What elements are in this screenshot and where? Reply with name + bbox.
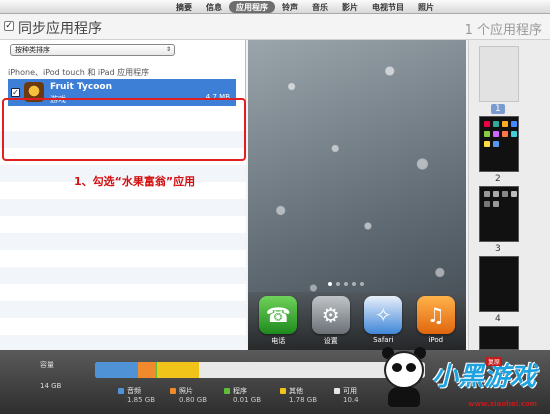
legend-audio: 音频 1.85 GB: [118, 386, 155, 404]
page-strip: 1 2 3 4: [468, 40, 550, 350]
free-swatch: [334, 388, 340, 394]
page-number-2: 2: [495, 174, 501, 184]
panda-mascot-icon: [380, 345, 430, 407]
legend-free: 可用 10.4: [334, 386, 359, 404]
page-number-1: 1: [491, 104, 505, 114]
capacity-total: 14 GB: [40, 382, 62, 390]
dock-label: iPod: [428, 336, 444, 344]
tab-photos[interactable]: 照片: [411, 1, 441, 13]
annotation-text: 1、勾选“水果富翁”应用: [74, 175, 196, 188]
app-list-panel: 按种类排序 ⇕ iPhone、iPod touch 和 iPad 应用程序 ✓ …: [0, 40, 246, 350]
capacity-segment-0: [95, 362, 138, 378]
tab-info[interactable]: 信息: [199, 1, 229, 13]
page-thumb-5[interactable]: [479, 326, 519, 350]
tab-summary[interactable]: 摘要: [169, 1, 199, 13]
tab-apps[interactable]: 应用程序: [229, 1, 275, 13]
app-checkbox[interactable]: ✓: [11, 88, 20, 97]
watermark-logo: 小黑游戏 复原 www.xiaohei.com: [428, 354, 550, 414]
safari-icon: ✧: [364, 296, 403, 334]
select-arrows-icon: ⇕: [165, 46, 171, 53]
legend-other: 其他 1.78 GB: [280, 386, 317, 404]
page-thumb-4[interactable]: [479, 256, 519, 312]
sort-select-value: 按种类排序: [15, 46, 50, 54]
legend-apps: 程序 0.01 GB: [224, 386, 261, 404]
legend-photos: 照片 0.80 GB: [170, 386, 207, 404]
app-name: Fruit Tycoon: [50, 82, 112, 92]
dock-label: Safari: [373, 336, 394, 344]
page-thumb-3[interactable]: [479, 186, 519, 242]
watermark-brand: 小黑游戏: [432, 362, 537, 392]
dock-item-settings[interactable]: ⚙ 设置: [309, 296, 353, 350]
tab-tv-shows[interactable]: 电视节目: [365, 1, 411, 13]
other-swatch: [280, 388, 286, 394]
dock-label: 电话: [271, 337, 286, 345]
photos-swatch: [170, 388, 176, 394]
capacity-segment-1: [137, 362, 157, 378]
page-thumb-2[interactable]: [479, 116, 519, 172]
sync-apps-title: 同步应用程序: [18, 21, 102, 37]
dock-item-ipod[interactable]: ♫ iPod: [414, 296, 458, 350]
dock-item-phone[interactable]: ☎ 电话: [256, 296, 300, 350]
apps-swatch: [224, 388, 230, 394]
dock: ☎ 电话 ⚙ 设置 ✧ Safari ♫ iPod: [248, 292, 466, 350]
page-number-3: 3: [495, 244, 501, 254]
sync-header: ✓ 同步应用程序 1 个应用程序: [0, 14, 550, 40]
page-number-4: 4: [495, 314, 501, 324]
app-count: 1 个应用程序: [464, 23, 542, 38]
dock-label: 设置: [323, 337, 338, 345]
capacity-segment-3: [157, 362, 199, 378]
tab-bar: 摘要 信息 应用程序 铃声 音乐 影片 电视节目 照片: [0, 0, 550, 14]
sort-select[interactable]: 按种类排序 ⇕: [10, 44, 175, 56]
list-header: iPhone、iPod touch 和 iPad 应用程序: [8, 68, 150, 77]
audio-swatch: [118, 388, 124, 394]
ipod-icon: ♫: [416, 296, 455, 334]
page-indicator: [328, 282, 364, 286]
sync-apps-checkbox[interactable]: ✓: [4, 21, 14, 31]
capacity-label: 容量: [40, 361, 54, 369]
tab-movies[interactable]: 影片: [335, 1, 365, 13]
tab-ringtones[interactable]: 铃声: [275, 1, 305, 13]
page-thumb-1[interactable]: [479, 46, 519, 102]
tab-music[interactable]: 音乐: [305, 1, 335, 13]
dock-item-safari[interactable]: ✧ Safari: [361, 296, 405, 350]
annotation-highlight-box: [2, 98, 246, 161]
home-screen-preview: ☎ 电话 ⚙ 设置 ✧ Safari ♫ iPod: [248, 40, 466, 350]
settings-icon: ⚙: [311, 296, 350, 334]
phone-icon: ☎: [259, 296, 298, 334]
capacity-meter: [95, 362, 425, 378]
watermark-url: www.xiaohei.com: [468, 400, 538, 408]
watermark-tag: 复原: [486, 357, 503, 366]
